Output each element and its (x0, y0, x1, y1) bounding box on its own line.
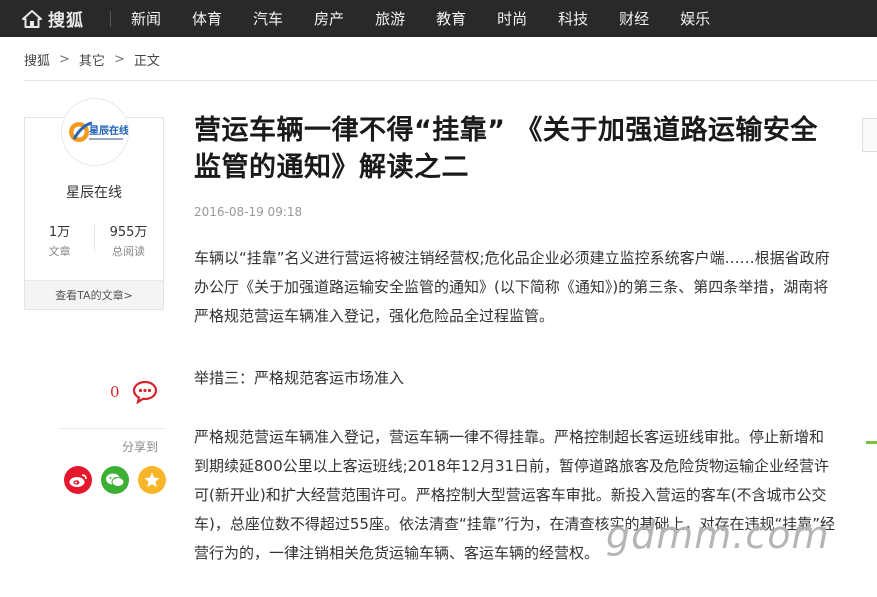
nav-item-auto[interactable]: 汽车 (253, 8, 283, 29)
article-title: 营运车辆一律不得“挂靠” 《关于加强道路运输安全监管的通知》解读之二 (194, 115, 818, 183)
author-stats: 1万 文章 955万 总阅读 (25, 221, 163, 259)
nav-items: 新闻 体育 汽车 房产 旅游 教育 时尚 科技 财经 娱乐 (111, 0, 710, 37)
comment-count[interactable]: 0 (110, 383, 120, 401)
breadcrumb-divider (24, 80, 877, 81)
right-sidebar-accent (866, 441, 877, 444)
nav-item-fashion[interactable]: 时尚 (497, 8, 527, 29)
right-sidebar-widget[interactable] (862, 118, 877, 152)
author-logo-image: 星辰在线 (63, 100, 129, 165)
article-subheading: 举措三：严格规范客运市场准入 (194, 369, 405, 387)
stat-articles: 1万 文章 (25, 221, 94, 259)
comment-icon[interactable] (132, 380, 158, 404)
breadcrumb-sohu[interactable]: 搜狐 (24, 50, 50, 69)
breadcrumb-separator: > (113, 52, 125, 67)
stat-divider (94, 225, 95, 251)
articles-count: 1万 (48, 225, 71, 240)
views-label: 总阅读 (112, 245, 145, 258)
nav-item-education[interactable]: 教育 (436, 8, 466, 29)
share-label: 分享到 (122, 440, 159, 454)
views-count: 955万 (109, 225, 148, 240)
breadcrumb-current: 正文 (133, 54, 160, 69)
view-author-articles-link[interactable]: 查看TA的文章> (25, 280, 163, 309)
share-divider (60, 428, 164, 429)
weibo-share-icon[interactable] (64, 466, 92, 494)
nav-item-tech[interactable]: 科技 (558, 8, 588, 29)
nav-item-entertainment[interactable]: 娱乐 (680, 8, 710, 29)
nav-item-house[interactable]: 房产 (314, 8, 344, 29)
article-paragraph: 车辆以“挂靠”名义进行营运将被注销经营权;危化品企业必须建立监控系统客户端……根… (194, 249, 830, 325)
breadcrumb-separator: > (59, 52, 70, 67)
nav-item-finance[interactable]: 财经 (619, 8, 649, 29)
author-name[interactable]: 星辰在线 (25, 182, 163, 202)
qzone-share-icon[interactable] (138, 466, 166, 494)
home-icon (22, 9, 42, 28)
author-avatar[interactable]: 星辰在线 (61, 98, 129, 166)
publish-time: 2016-08-19 09:18 (194, 205, 303, 219)
watermark: gdmm.com (606, 513, 830, 557)
author-card: 星辰在线 星辰在线 1万 文章 955万 总阅读 查看TA的文章> (24, 98, 164, 310)
comment-actions: 0 (110, 380, 158, 404)
nav-item-sports[interactable]: 体育 (192, 8, 222, 29)
wechat-share-icon[interactable] (101, 466, 129, 494)
nav-item-news[interactable]: 新闻 (131, 8, 161, 29)
nav-item-travel[interactable]: 旅游 (375, 8, 405, 29)
breadcrumb: 搜狐 > 其它 > 正文 (24, 50, 160, 69)
top-nav-bar: 搜狐 新闻 体育 汽车 房产 旅游 教育 时尚 科技 财经 娱乐 (0, 0, 877, 37)
sohu-logo[interactable]: 搜狐 (0, 0, 110, 37)
breadcrumb-other[interactable]: 其它 (79, 50, 105, 69)
logo-text: 搜狐 (48, 11, 84, 31)
share-icons (64, 466, 175, 494)
svg-text:星辰在线: 星辰在线 (89, 124, 129, 137)
stat-views: 955万 总阅读 (94, 221, 163, 259)
articles-label: 文章 (48, 245, 71, 258)
